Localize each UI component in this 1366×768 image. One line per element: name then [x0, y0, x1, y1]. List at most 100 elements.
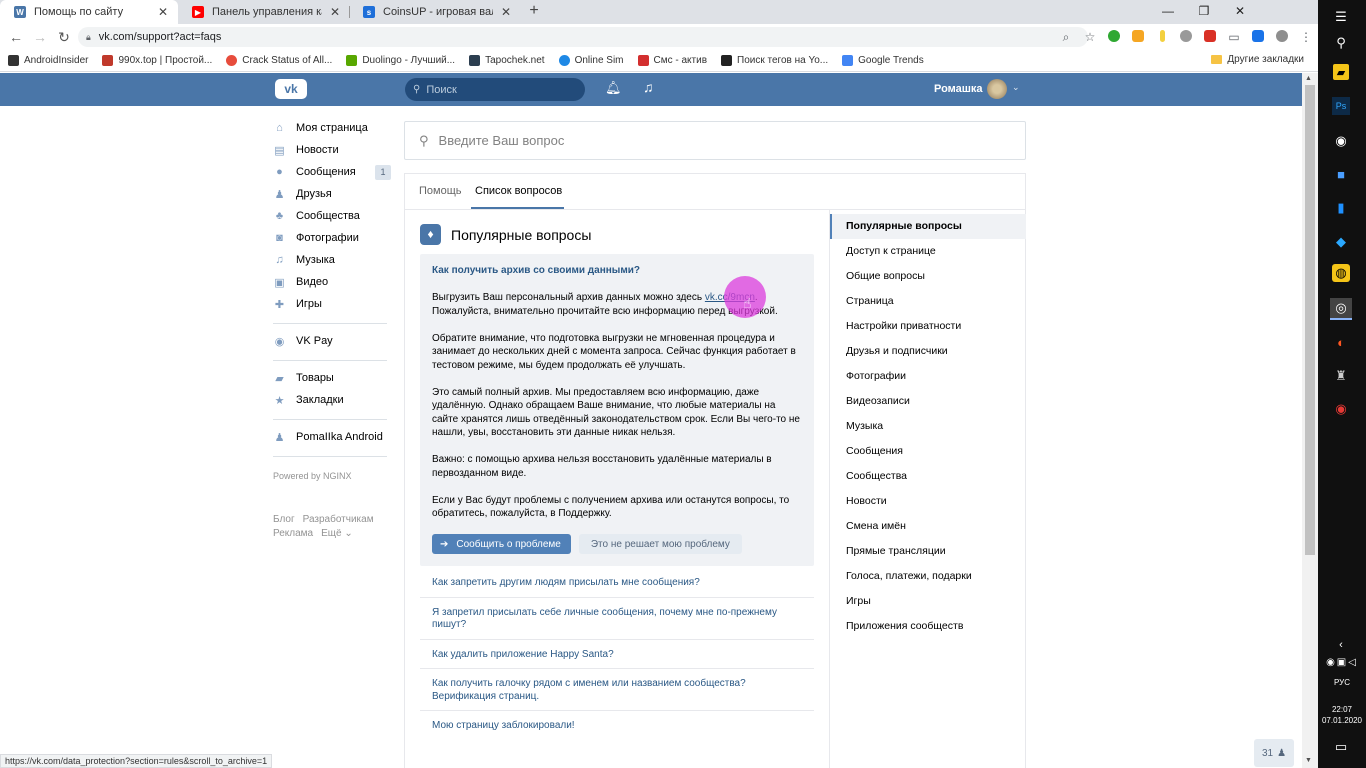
list-item[interactable]: Я запретил присылать себе личные сообщен… [420, 598, 814, 640]
tab-vk-support[interactable]: W Помощь по сайту ✕ [0, 0, 178, 24]
start-menu-icon[interactable]: ☰ [1330, 6, 1352, 28]
extension-gray-icon[interactable] [1174, 29, 1198, 45]
avatar[interactable] [987, 79, 1007, 99]
scroll-up-icon[interactable]: ▲ [1305, 75, 1312, 82]
close-window-icon[interactable]: ✕ [1222, 0, 1258, 24]
input-language[interactable]: РУС [1318, 678, 1366, 687]
nav-item-my-page[interactable]: ⌂ Моя страница [273, 117, 393, 139]
close-tab-icon[interactable]: ✕ [499, 5, 513, 19]
star-icon[interactable]: ☆ [1078, 30, 1102, 44]
nav-item-friends[interactable]: ♟ Друзья [273, 183, 393, 205]
close-tab-icon[interactable]: ✕ [328, 5, 342, 19]
new-tab-button[interactable]: + [524, 2, 544, 20]
extension-green-icon[interactable] [1102, 29, 1126, 45]
photoshop-icon[interactable]: Ps [1332, 97, 1350, 115]
category-item[interactable]: Сообщения [830, 439, 1026, 464]
nav-item-news[interactable]: ▤ Новости [273, 139, 393, 161]
category-item[interactable]: Сообщества [830, 464, 1026, 489]
nav-item-groups[interactable]: ♣ Сообщества [273, 205, 393, 227]
extension-blue-icon[interactable] [1246, 29, 1270, 45]
zoom-icon[interactable]: ⌕ [1054, 30, 1078, 45]
profile-avatar-icon[interactable] [1270, 29, 1294, 45]
category-item[interactable]: Настройки приватности [830, 314, 1026, 339]
tab-help[interactable]: Помощь [419, 185, 462, 197]
record-app-icon[interactable]: ◉ [1330, 398, 1352, 420]
nav-item-games[interactable]: ✚ Игры [273, 293, 393, 315]
chrome-icon[interactable]: ◎ [1330, 298, 1352, 320]
other-bookmarks[interactable]: Другие закладки [1211, 54, 1304, 65]
category-item[interactable]: Страница [830, 289, 1026, 314]
nav-item-app[interactable]: ♟ PomaIIka Android [273, 426, 393, 448]
category-item[interactable]: Музыка [830, 414, 1026, 439]
question-title[interactable]: Как получить архив со своими данными? [432, 265, 802, 276]
extension-orange-icon[interactable] [1126, 29, 1150, 45]
tanks-app-icon[interactable]: ♜ [1330, 365, 1352, 387]
category-item[interactable]: Смена имён [830, 514, 1026, 539]
omnibox[interactable]: 🔒︎ vk.com/support?act=faqs [78, 27, 1088, 47]
list-item[interactable]: Как запретить другим людям присылать мне… [420, 574, 814, 598]
nav-item-messages[interactable]: ● Сообщения 1 [273, 161, 393, 183]
vk-app-icon[interactable]: ◆ [1330, 231, 1352, 253]
category-item[interactable]: Приложения сообществ [830, 614, 1026, 639]
question-search-input[interactable]: ⚲ Введите Ваш вопрос [404, 121, 1026, 160]
bookmark[interactable]: Смс - актив [637, 55, 707, 66]
notifications-bell-icon[interactable]: 🔔︎ [605, 80, 622, 96]
extension-yellow-icon[interactable] [1150, 29, 1174, 45]
restore-icon[interactable]: ❐ [1186, 0, 1222, 24]
nav-item-vkpay[interactable]: ◉ VK Pay [273, 330, 393, 352]
tray-icons[interactable]: ◉▣◁ [1322, 651, 1362, 673]
nav-item-bookmarks[interactable]: ★ Закладки [273, 389, 393, 411]
nav-item-photos[interactable]: ◙ Фотографии [273, 227, 393, 249]
page-scrollbar[interactable]: ▲ ▼ [1302, 73, 1318, 768]
scroll-thumb[interactable] [1305, 85, 1315, 555]
clock-time[interactable]: 22:07 [1318, 705, 1366, 714]
bookmark[interactable]: Duolingo - Лучший... [346, 55, 455, 66]
tab-youtube[interactable]: ▶ Панель управления каналом - ✕ [178, 0, 350, 24]
bookmark[interactable]: Online Sim [558, 55, 624, 66]
category-item[interactable]: Голоса, платежи, подарки [830, 564, 1026, 589]
tab-question-list[interactable]: Список вопросов [475, 185, 562, 197]
camera-app-icon[interactable]: ◉ [1330, 130, 1352, 152]
bookmark[interactable]: Tapochek.net [469, 55, 545, 66]
notifications-icon[interactable]: ▭ [1330, 736, 1352, 758]
bookmark[interactable]: Google Trends [842, 55, 924, 66]
minimize-icon[interactable]: — [1150, 0, 1186, 24]
save-disk-icon[interactable]: ■ [1330, 163, 1352, 185]
bookmark[interactable]: Crack Status of All... [226, 55, 332, 66]
menu-icon[interactable]: ⋮ [1294, 30, 1318, 44]
category-item[interactable]: Доступ к странице [830, 239, 1026, 264]
nav-item-market[interactable]: ▰ Товары [273, 367, 393, 389]
cast-icon[interactable]: ▭ [1222, 30, 1246, 44]
list-item[interactable]: Мою страницу заблокировали! [420, 711, 814, 740]
close-tab-icon[interactable]: ✕ [156, 5, 170, 19]
bookmark[interactable]: 990x.top | Простой... [102, 55, 212, 66]
report-problem-button[interactable]: ➔ Сообщить о проблеме [432, 534, 571, 554]
footer-link-blog[interactable]: Блог [273, 514, 295, 525]
category-item[interactable]: Друзья и подписчики [830, 339, 1026, 364]
forward-icon[interactable]: → [28, 29, 52, 45]
list-item[interactable]: Как получить галочку рядом с именем или … [420, 669, 814, 711]
bookmark[interactable]: Поиск тегов на Yo... [721, 55, 828, 66]
back-icon[interactable]: ← [4, 29, 28, 45]
reload-icon[interactable]: ↻ [52, 29, 76, 46]
red-app-icon[interactable]: ◐ [1330, 331, 1352, 353]
category-item[interactable]: Игры [830, 589, 1026, 614]
category-item[interactable]: Видеозаписи [830, 389, 1026, 414]
footer-link-more[interactable]: Ещё ⌄ [321, 528, 353, 539]
music-player-icon[interactable]: ♫ [643, 79, 654, 95]
category-item[interactable]: Прямые трансляции [830, 539, 1026, 564]
footer-link-dev[interactable]: Разработчикам [303, 514, 374, 525]
yellow-app-icon[interactable]: ◍ [1332, 264, 1350, 282]
not-solved-button[interactable]: Это не решает мою проблему [578, 534, 742, 554]
category-item[interactable]: Общие вопросы [830, 264, 1026, 289]
extension-red-icon[interactable] [1198, 29, 1222, 45]
vk-search-input[interactable]: ⚲ Поиск [405, 78, 585, 101]
category-item[interactable]: Популярные вопросы [830, 214, 1026, 239]
chat-counter-button[interactable]: 31 ♟ [1254, 739, 1294, 767]
tab-coinsup[interactable]: s CoinsUP - игровая валюта, пре ✕ [349, 0, 521, 24]
nav-item-music[interactable]: ♫ Музыка [273, 249, 393, 271]
category-item[interactable]: Новости [830, 489, 1026, 514]
nav-item-video[interactable]: ▣ Видео [273, 271, 393, 293]
vk-logo-icon[interactable]: vk [275, 79, 307, 99]
footer-link-ads[interactable]: Реклама [273, 528, 313, 539]
